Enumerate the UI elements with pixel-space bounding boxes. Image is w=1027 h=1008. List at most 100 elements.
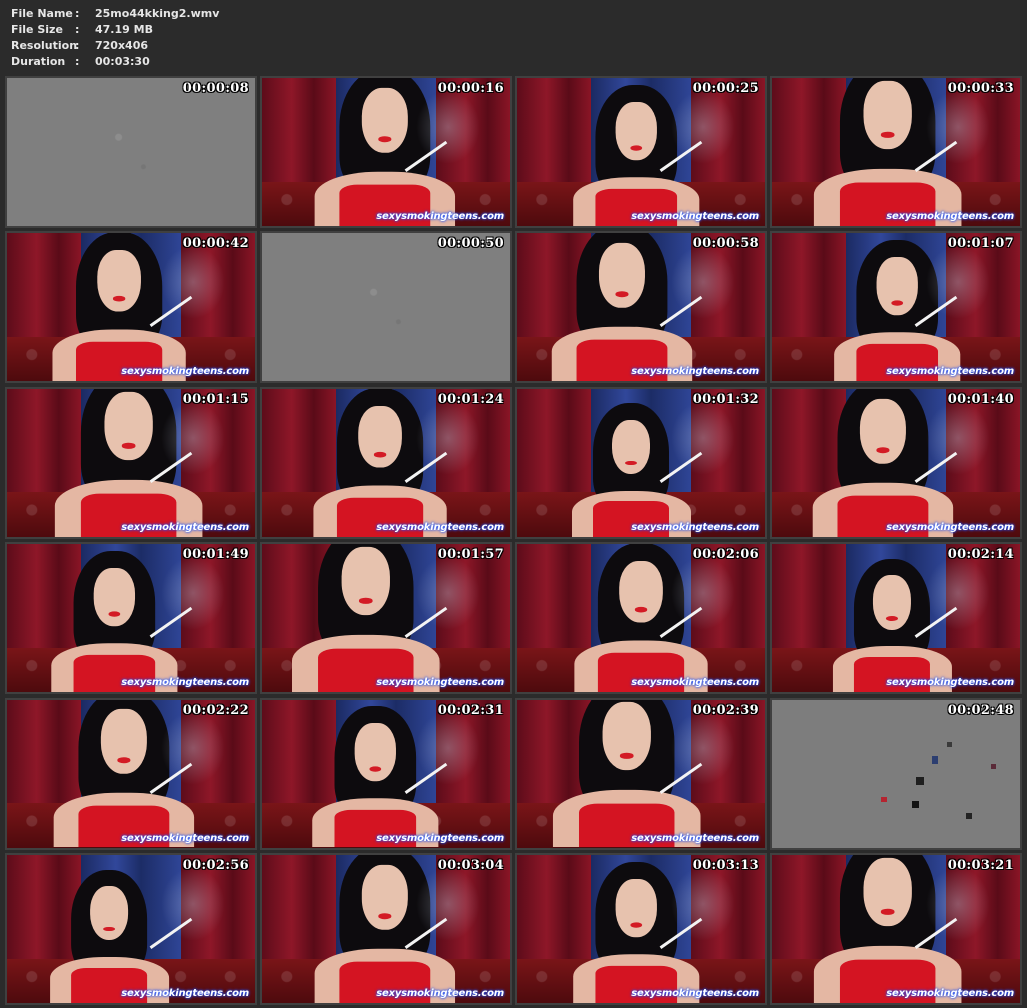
thumbnail-timestamp: 00:02:48 bbox=[947, 702, 1014, 718]
file-size-row: File Size : 47.19 MB bbox=[11, 22, 219, 38]
smoke bbox=[415, 556, 481, 630]
thumbnail[interactable]: sexysmokingteens.com 00:00:33 bbox=[770, 76, 1022, 228]
person-face bbox=[358, 405, 401, 467]
thumbnail-timestamp: 00:01:57 bbox=[437, 547, 504, 563]
thumbnail-timestamp: 00:01:32 bbox=[692, 391, 759, 407]
person-figure bbox=[50, 548, 178, 693]
person-lips bbox=[614, 291, 629, 298]
person-lips bbox=[372, 451, 387, 457]
person-face bbox=[863, 80, 911, 149]
watermark-text: sexysmokingteens.com bbox=[121, 832, 249, 844]
thumbnail[interactable]: sexysmokingteens.com 00:01:57 bbox=[260, 542, 512, 695]
thumbnail-timestamp: 00:00:25 bbox=[692, 81, 759, 96]
thumbnail[interactable]: sexysmokingteens.com 00:01:49 bbox=[5, 542, 257, 695]
thumbnail[interactable]: sexysmokingteens.com 00:02:14 bbox=[770, 542, 1022, 695]
watermark-text: sexysmokingteens.com bbox=[631, 211, 759, 222]
person-face bbox=[860, 398, 905, 463]
resolution-value: 720x406 bbox=[95, 39, 149, 52]
thumbnail[interactable]: sexysmokingteens.com 00:01:24 bbox=[260, 386, 512, 539]
thumbnail[interactable]: sexysmokingteens.com 00:01:07 bbox=[770, 231, 1022, 384]
person-face bbox=[599, 243, 644, 308]
thumbnail[interactable]: sexysmokingteens.com 00:03:21 bbox=[770, 852, 1022, 1005]
thumbnail[interactable]: 00:00:50 bbox=[260, 231, 512, 384]
thumbnail[interactable]: sexysmokingteens.com 00:00:58 bbox=[515, 231, 767, 384]
file-name-row: File Name : 25mo44kking2.wmv bbox=[11, 6, 219, 22]
smoke bbox=[160, 245, 226, 320]
watermark-text: sexysmokingteens.com bbox=[886, 366, 1014, 378]
watermark-text: sexysmokingteens.com bbox=[376, 521, 504, 533]
smoke bbox=[415, 866, 481, 941]
smoke bbox=[670, 400, 736, 475]
person-face bbox=[90, 885, 129, 941]
smoke bbox=[925, 556, 991, 630]
file-name-label: File Name bbox=[11, 7, 73, 20]
person-lips bbox=[368, 766, 382, 772]
watermark-text: sexysmokingteens.com bbox=[376, 987, 504, 999]
person-face bbox=[876, 257, 917, 315]
person-figure bbox=[49, 867, 169, 1003]
thumbnail[interactable]: sexysmokingteens.com 00:01:40 bbox=[770, 386, 1022, 539]
watermark-text: sexysmokingteens.com bbox=[631, 677, 759, 689]
smoke bbox=[925, 866, 991, 941]
smoke bbox=[670, 866, 736, 941]
file-size-value: 47.19 MB bbox=[95, 23, 153, 36]
thumbnail[interactable]: sexysmokingteens.com 00:00:25 bbox=[515, 76, 767, 228]
person-face bbox=[100, 709, 146, 774]
thumbnail[interactable]: sexysmokingteens.com 00:02:56 bbox=[5, 852, 257, 1005]
watermark-text: sexysmokingteens.com bbox=[886, 677, 1014, 689]
watermark-text: sexysmokingteens.com bbox=[631, 366, 759, 378]
smoke bbox=[160, 711, 226, 786]
watermark-text: sexysmokingteens.com bbox=[376, 677, 504, 689]
file-name-separator: : bbox=[75, 7, 80, 20]
thumbnail-timestamp: 00:02:14 bbox=[947, 547, 1014, 563]
thumbnail[interactable]: sexysmokingteens.com 00:01:15 bbox=[5, 386, 257, 539]
smoke bbox=[160, 556, 226, 630]
watermark-text: sexysmokingteens.com bbox=[631, 521, 759, 533]
duration-separator: : bbox=[75, 55, 80, 68]
smoke bbox=[415, 711, 481, 786]
thumbnail[interactable]: sexysmokingteens.com 00:03:04 bbox=[260, 852, 512, 1005]
person-lips bbox=[618, 753, 634, 759]
thumbnail[interactable]: sexysmokingteens.com 00:00:42 bbox=[5, 231, 257, 384]
thumbnail[interactable]: sexysmokingteens.com 00:02:39 bbox=[515, 697, 767, 850]
thumbnail[interactable]: sexysmokingteens.com 00:03:13 bbox=[515, 852, 767, 1005]
thumbnail-timestamp: 00:02:39 bbox=[692, 702, 759, 718]
thumbnail[interactable]: 00:02:48 bbox=[770, 697, 1022, 850]
person-lips bbox=[116, 757, 131, 764]
thumbnail-timestamp: 00:01:24 bbox=[437, 391, 504, 407]
smoke bbox=[925, 89, 991, 164]
thumbnail-timestamp: 00:00:58 bbox=[692, 236, 759, 252]
watermark-text: sexysmokingteens.com bbox=[631, 832, 759, 844]
person-lips bbox=[103, 926, 116, 932]
person-face bbox=[863, 857, 911, 926]
thumbnail-timestamp: 00:00:42 bbox=[182, 236, 249, 252]
thumbnail[interactable]: sexysmokingteens.com 00:01:32 bbox=[515, 386, 767, 539]
thumbnail[interactable]: sexysmokingteens.com 00:00:16 bbox=[260, 76, 512, 228]
watermark-text: sexysmokingteens.com bbox=[886, 521, 1014, 533]
thumbnail[interactable]: sexysmokingteens.com 00:02:06 bbox=[515, 542, 767, 695]
smoke bbox=[415, 89, 481, 164]
thumbnail-timestamp: 00:00:33 bbox=[947, 81, 1014, 96]
thumbnail-timestamp: 00:03:21 bbox=[947, 857, 1014, 873]
smoke bbox=[670, 89, 736, 164]
person-lips bbox=[886, 615, 898, 621]
thumbnail[interactable]: 00:00:08 bbox=[5, 76, 257, 228]
thumbnail-timestamp: 00:01:40 bbox=[947, 391, 1014, 407]
thumbnail-timestamp: 00:01:07 bbox=[947, 236, 1014, 252]
thumbnail[interactable]: sexysmokingteens.com 00:02:31 bbox=[260, 697, 512, 850]
person-lips bbox=[879, 908, 895, 915]
resolution-row: Resolution : 720x406 bbox=[11, 38, 219, 54]
smoke bbox=[415, 400, 481, 475]
person-face bbox=[612, 419, 651, 475]
duration-row: Duration : 00:03:30 bbox=[11, 54, 219, 70]
thumbnail[interactable]: sexysmokingteens.com 00:02:22 bbox=[5, 697, 257, 850]
person-lips bbox=[879, 131, 895, 138]
person-face bbox=[872, 575, 912, 630]
thumbnail-timestamp: 00:01:15 bbox=[182, 391, 249, 407]
watermark-text: sexysmokingteens.com bbox=[376, 832, 504, 844]
person-lips bbox=[633, 606, 648, 613]
smoke bbox=[670, 711, 736, 786]
smoke bbox=[160, 866, 226, 941]
thumbnail-timestamp: 00:02:31 bbox=[437, 702, 504, 718]
duration-value: 00:03:30 bbox=[95, 55, 150, 68]
